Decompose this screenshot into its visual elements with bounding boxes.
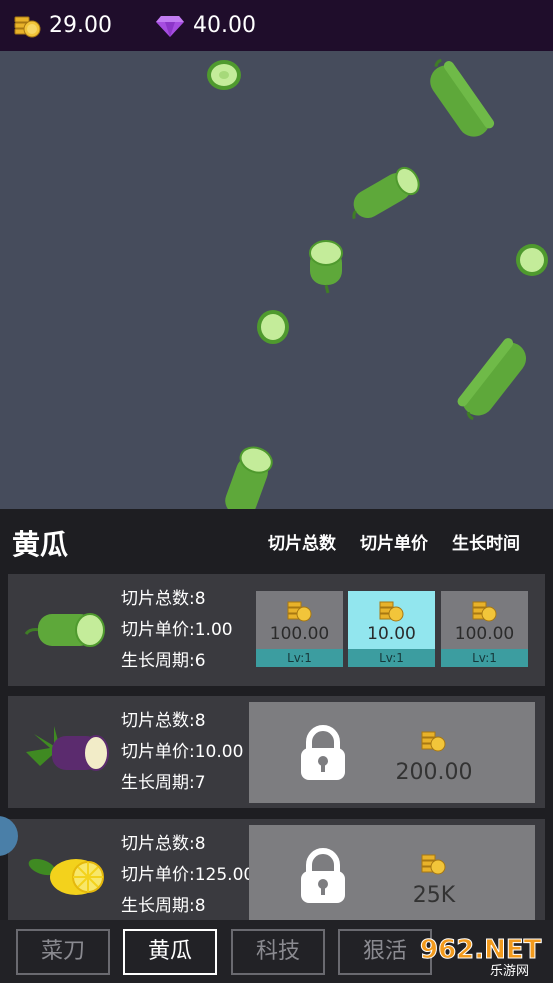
vegetable-panel: 黄瓜 切片总数 切片单价 生长时间 切片总数:8 切片单价:1.00 生长周期:… (0, 509, 553, 931)
gold-coins-icon (421, 854, 446, 875)
eggplant-card: 切片总数:8 切片单价:10.00 生长周期:7 200.00 (8, 696, 545, 808)
upgrade-level: Lv:1 (348, 649, 435, 667)
tab-tech[interactable]: 科技 (231, 929, 325, 975)
unlock-price: 25K (412, 883, 456, 908)
grow-cycle: 生长周期:8 (121, 896, 206, 916)
svg-text:乐游网: 乐游网 (490, 964, 529, 978)
eggplant-stats: 切片总数:8 切片单价:10.00 生长周期:7 (121, 706, 243, 799)
cucumber-stats: 切片总数:8 切片单价:1.00 生长周期:6 (121, 584, 233, 677)
grow-cycle: 生长周期:7 (121, 773, 206, 793)
slice-count: 切片总数:8 (121, 834, 206, 854)
slice-price: 切片单价:1.00 (121, 620, 233, 640)
upgrade-price: 10.00 (367, 624, 416, 644)
lock-icon (301, 725, 345, 780)
cut-cucumber[interactable] (220, 445, 280, 509)
header-slice-count: 切片总数 (268, 534, 336, 554)
whole-cucumber[interactable] (418, 53, 502, 149)
cut-cucumber[interactable] (345, 166, 425, 222)
upgrade-grow-time-button[interactable]: 100.00 Lv:1 (441, 591, 528, 667)
upgrade-level: Lv:1 (441, 649, 528, 667)
svg-text:962.NET: 962.NET (420, 935, 542, 965)
gold-coins-icon (14, 16, 41, 37)
lemon-card: 切片总数:8 切片单价:125.00 生长周期:8 25K (8, 819, 545, 931)
slice-price: 切片单价:125.00 (121, 865, 255, 885)
tab-knife[interactable]: 菜刀 (16, 929, 110, 975)
lemon-stats: 切片总数:8 切片单价:125.00 生长周期:8 (121, 829, 254, 922)
cut-cucumber[interactable] (306, 237, 348, 297)
lemon-icon (28, 858, 104, 895)
gem-counter: 40.00 (155, 0, 256, 51)
panel-title: 黄瓜 (12, 528, 69, 561)
gold-coins-icon (379, 601, 404, 622)
cutting-field[interactable] (0, 51, 553, 509)
grow-cycle: 生长周期:6 (121, 651, 206, 671)
upgrade-slice-price-button[interactable]: 10.00 Lv:1 (348, 591, 435, 667)
upgrade-price: 100.00 (269, 624, 330, 644)
gold-coins-icon (421, 731, 446, 752)
upgrade-level: Lv:1 (256, 649, 343, 667)
upgrade-slice-count-button[interactable]: 100.00 Lv:1 (256, 591, 343, 667)
whole-cucumber[interactable] (450, 333, 538, 425)
cucumber-card: 切片总数:8 切片单价:1.00 生长周期:6 100.00 Lv:1 10.0… (8, 574, 545, 686)
resource-bar: 29.00 40.00 (0, 0, 553, 51)
unlock-lemon-button[interactable]: 25K (249, 825, 535, 926)
diamond-icon (156, 15, 184, 37)
gold-counter: 29.00 (14, 0, 112, 51)
slice-count: 切片总数:8 (121, 711, 206, 731)
eggplant-icon (26, 726, 109, 771)
gold-coins-icon (287, 601, 312, 622)
slice-price: 切片单价:10.00 (121, 742, 244, 762)
gem-amount: 40.00 (193, 13, 256, 38)
upgrade-price: 100.00 (454, 624, 515, 644)
gold-coins-icon (472, 601, 497, 622)
cucumber-icon (24, 613, 105, 647)
cucumber-slice[interactable] (255, 309, 291, 345)
unlock-price: 200.00 (395, 760, 473, 785)
tab-cucumber[interactable]: 黄瓜 (123, 929, 217, 975)
cucumber-slice[interactable] (205, 58, 243, 92)
site-watermark-logo: 962.NET 乐游网 (420, 935, 543, 979)
header-grow-time: 生长时间 (452, 534, 520, 554)
slice-count: 切片总数:8 (121, 589, 206, 609)
lock-icon (301, 848, 345, 903)
gold-amount: 29.00 (49, 13, 112, 38)
header-slice-price: 切片单价 (360, 534, 428, 554)
unlock-eggplant-button[interactable]: 200.00 (249, 702, 535, 803)
cucumber-slice[interactable] (514, 242, 550, 278)
